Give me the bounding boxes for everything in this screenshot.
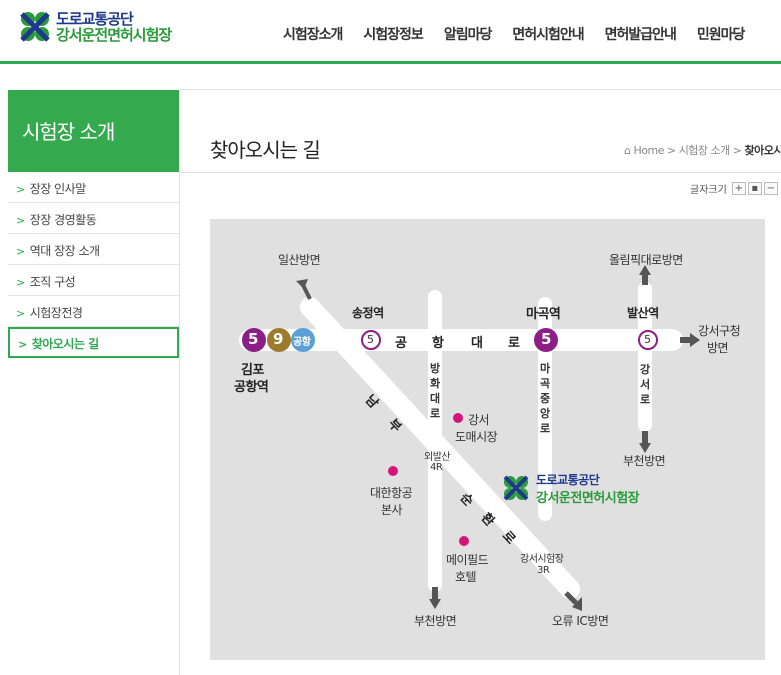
- road-airport-char: 공: [395, 336, 407, 351]
- place-market: 강서: [468, 413, 490, 427]
- header-divider: [0, 61, 781, 64]
- place-market-2: 도매시장: [455, 430, 498, 444]
- direction-bucheon-bottom: 부천방면: [414, 614, 457, 628]
- road-char: 로: [429, 407, 441, 420]
- font-increase-button[interactable]: +: [731, 182, 746, 195]
- nav-item-intro[interactable]: 시험장소개: [283, 24, 343, 44]
- direction-oryu: 오류 IC방면: [552, 614, 609, 628]
- road-char: 앙: [539, 407, 551, 420]
- sidebar-item-label: 조직 구성: [29, 275, 76, 289]
- station-magok: 마곡역: [526, 307, 561, 322]
- header: 도로교통공단 강서운전면허시험장 시험장소개 시험장정보 알림마당 면허시험안내…: [0, 0, 781, 62]
- chevron-right-icon: >: [16, 276, 25, 289]
- nav-item-issue[interactable]: 면허발급안내: [605, 24, 677, 44]
- road-char: 곡: [539, 377, 551, 390]
- logo[interactable]: 도로교통공단 강서운전면허시험장: [18, 10, 172, 44]
- logo-clover-icon: [18, 10, 52, 44]
- chevron-right-icon: >: [16, 214, 25, 227]
- font-size-label: 글자크기: [690, 185, 727, 196]
- road-char: 로: [539, 422, 551, 435]
- road-banghwa: 방 화 대 로: [428, 361, 442, 421]
- chevron-right-icon: >: [16, 245, 25, 258]
- chevron-right-icon: >: [18, 338, 27, 351]
- nav-item-civil[interactable]: 민원마당: [697, 24, 746, 44]
- place-korean-air: 대한항공: [370, 486, 413, 500]
- divider: [180, 89, 781, 90]
- sidebar-item-view[interactable]: > 시험장전경: [8, 296, 179, 327]
- direction-ilsan: 일산방면: [278, 253, 321, 267]
- road-char: 서: [639, 378, 651, 391]
- place-mayfield: 메이필드: [446, 553, 489, 567]
- place-oebalsan: 외발산: [424, 452, 451, 463]
- road-magok: 마 곡 중 앙 로: [538, 361, 552, 436]
- road-char: 로: [639, 393, 651, 406]
- sidebar-item-label: 장장 인사말: [29, 182, 87, 196]
- font-reset-button[interactable]: ▪: [747, 182, 762, 195]
- place-mayfield-2: 호텔: [455, 570, 477, 584]
- chevron-right-icon: >: [16, 183, 25, 196]
- station-gimpo-2: 공항역: [234, 380, 269, 395]
- breadcrumb-separator: >: [732, 144, 742, 157]
- sidebar-item-directions[interactable]: > 찾아오시는 길: [8, 327, 179, 358]
- breadcrumb-home[interactable]: Home: [633, 144, 664, 157]
- road-airport-char: 대: [471, 336, 483, 351]
- road-char: 화: [429, 377, 441, 390]
- road-char: 마: [539, 362, 551, 375]
- sidebar-item-label: 역대 장장 소개: [29, 244, 100, 258]
- breadcrumb-current: 찾아오시: [744, 144, 781, 157]
- nav-item-info[interactable]: 시험장정보: [363, 24, 423, 44]
- global-nav: 시험장소개 시험장정보 알림마당 면허시험안내 면허발급안내 민원마당: [283, 24, 765, 44]
- road-airport-char: 항: [432, 336, 444, 351]
- logo-org-text: 도로교통공단: [56, 10, 134, 28]
- test-site-clover-icon: [503, 475, 529, 501]
- station-balsan: 발산역: [627, 306, 659, 320]
- direction-gangseo-gu-2: 방면: [707, 341, 729, 355]
- sidebar-item-label: 장장 경영활동: [29, 213, 97, 227]
- sidebar-item-history[interactable]: > 역대 장장 소개: [8, 234, 179, 265]
- road-gangseo: 강 서 로: [638, 362, 652, 407]
- station-songjeong: 송정역: [352, 306, 384, 320]
- sidebar-item-organization[interactable]: > 조직 구성: [8, 265, 179, 296]
- sidebar: 시험장 소개 > 장장 인사말 > 장장 경영활동 > 역대 장장 소개 > 조직 구성…: [8, 90, 180, 675]
- road-char: 방: [429, 362, 441, 375]
- breadcrumb-separator: >: [666, 144, 676, 157]
- direction-bucheon-right: 부천방면: [623, 454, 666, 468]
- logo-site-text: 강서운전면허시험장: [56, 26, 172, 44]
- place-korean-air-2: 본사: [381, 503, 403, 517]
- place-oebalsan-2: 4R: [430, 462, 443, 473]
- breadcrumb: ⌂ Home > 시험장 소개 > 찾아오시: [624, 142, 781, 158]
- test-site-name: 강서운전면허시험장: [536, 491, 640, 506]
- road-char: 중: [539, 392, 551, 405]
- test-site-org: 도로교통공단: [536, 473, 600, 487]
- place-testsite-rotary-2: 3R: [537, 565, 550, 576]
- sidebar-item-label: 시험장전경: [29, 306, 83, 320]
- home-icon[interactable]: ⌂: [624, 144, 631, 157]
- sidebar-title: 시험장 소개: [8, 90, 179, 172]
- chevron-right-icon: >: [16, 307, 25, 320]
- font-decrease-button[interactable]: −: [763, 182, 778, 195]
- sidebar-item-activities[interactable]: > 장장 경영활동: [8, 203, 179, 234]
- font-size-control: 글자크기 + ▪ −: [690, 181, 778, 196]
- direction-olympic: 올림픽대로방면: [609, 253, 683, 267]
- road-airport-char: 로: [508, 336, 520, 351]
- road-char: 대: [429, 392, 441, 405]
- page-title: 찾아오시는 길: [210, 138, 321, 162]
- direction-gangseo-gu: 강서구청: [698, 324, 741, 338]
- nav-item-exam[interactable]: 면허시험안내: [512, 24, 584, 44]
- divider: [180, 172, 781, 173]
- sidebar-item-label: 찾아오시는 길: [31, 337, 99, 351]
- sidebar-item-greeting[interactable]: > 장장 인사말: [8, 172, 179, 203]
- breadcrumb-parent[interactable]: 시험장 소개: [679, 144, 731, 157]
- place-testsite-rotary: 강서시험장: [520, 554, 564, 565]
- road-char: 강: [639, 363, 651, 376]
- nav-item-notice[interactable]: 알림마당: [444, 24, 493, 44]
- directions-map: 5 9 공항 5 5 5 도로교통공단 강서운전면허시험장 일산방면 올림픽대로…: [210, 219, 765, 660]
